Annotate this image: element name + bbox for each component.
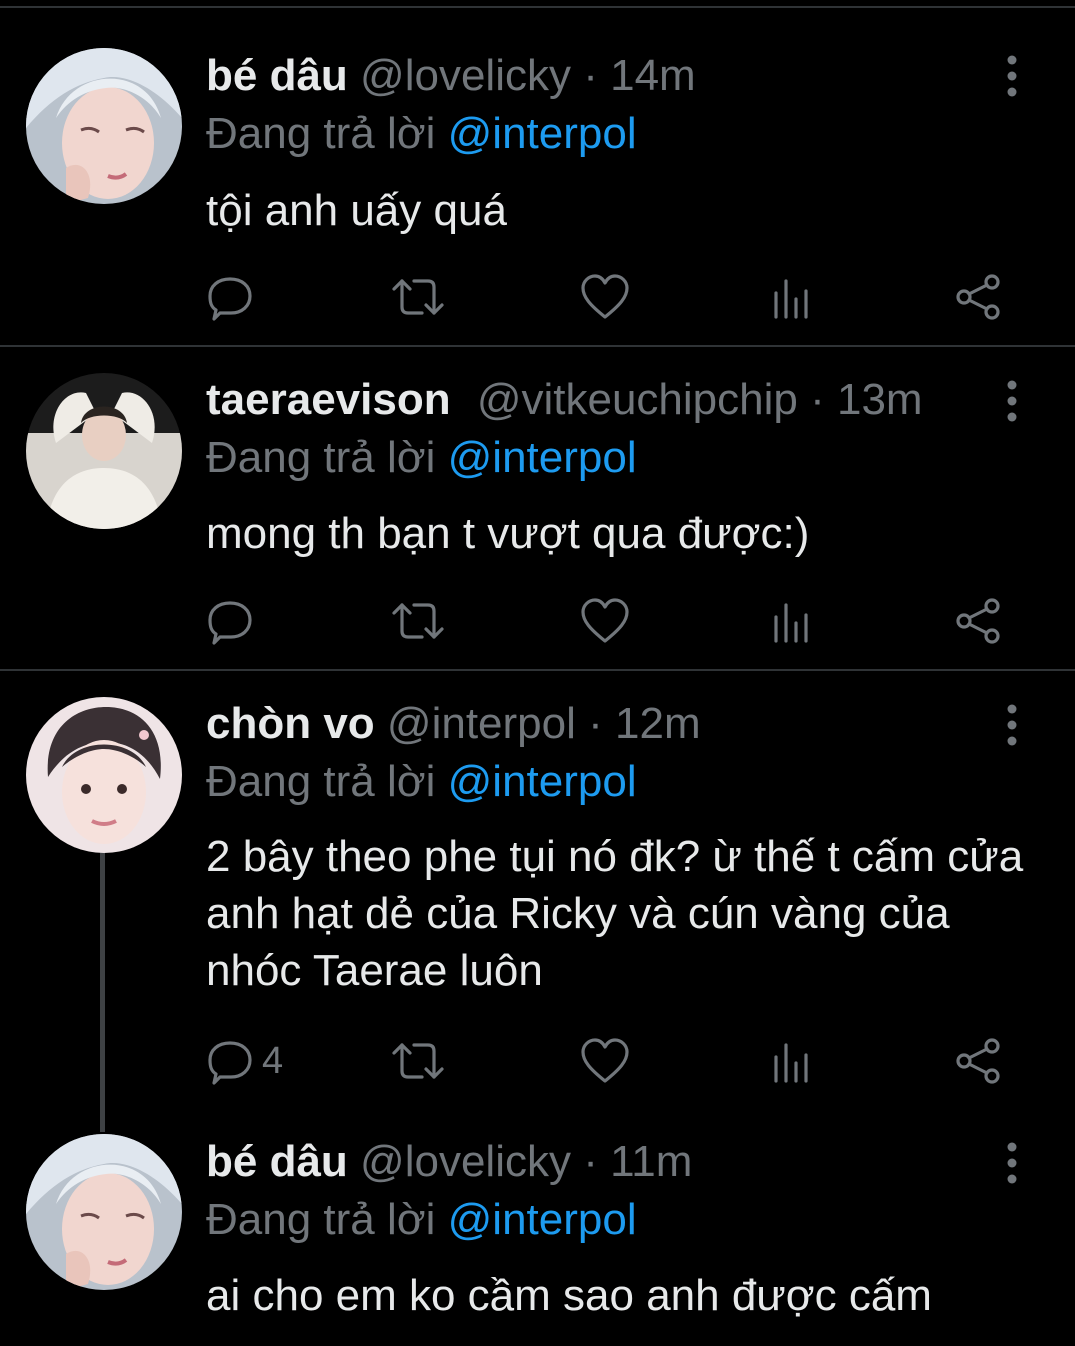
separator-dot: · — [588, 699, 603, 748]
timestamp[interactable]: 11m — [610, 1137, 692, 1186]
more-vertical-icon[interactable] — [998, 1141, 1026, 1185]
timestamp[interactable]: 13m — [837, 375, 923, 424]
replying-to: Đang trả lời @interpol — [206, 106, 637, 162]
avatar[interactable] — [26, 48, 182, 204]
timestamp[interactable]: 12m — [615, 699, 701, 748]
display-name[interactable]: bé dâu — [206, 1137, 348, 1186]
share-button[interactable] — [954, 596, 1002, 646]
replying-to-label: Đang trả lời — [206, 433, 436, 482]
replying-to-label: Đang trả lời — [206, 1195, 436, 1244]
display-name[interactable]: bé dâu — [206, 51, 348, 100]
tweet-text: mong th bạn t vượt qua được:) — [206, 509, 810, 558]
separator-dot: · — [583, 51, 598, 100]
heart-icon — [581, 274, 629, 319]
mention-link[interactable]: @interpol — [448, 1195, 637, 1244]
share-icon — [956, 598, 1000, 644]
avatar[interactable] — [26, 1134, 182, 1290]
tweet-text: tội anh uấy quá — [206, 186, 507, 235]
reply-button[interactable]: 4 — [206, 1036, 283, 1086]
reply-count: 4 — [262, 1039, 284, 1082]
user-handle[interactable]: @lovelicky — [360, 1137, 571, 1186]
share-button[interactable] — [954, 1036, 1002, 1086]
tweet[interactable]: chòn vo @interpol · 12m Đang trả lời @in… — [0, 671, 1075, 1111]
reply-icon — [208, 277, 252, 321]
like-button[interactable] — [580, 1036, 630, 1086]
user-handle[interactable]: @lovelicky — [360, 51, 571, 100]
reply-button[interactable] — [206, 596, 262, 646]
tweet[interactable]: bé dâu @lovelicky · 11m Đang trả lời @in… — [0, 1111, 1075, 1346]
tweet-actions — [206, 272, 1006, 322]
tweet[interactable]: bé dâu @lovelicky · 14m Đang trả lời @in… — [0, 0, 1075, 345]
retweet-button[interactable] — [390, 1036, 446, 1086]
replying-to: Đang trả lời @interpol — [206, 754, 637, 810]
mention-link[interactable]: @interpol — [448, 433, 637, 482]
reply-icon — [208, 601, 252, 645]
avatar[interactable] — [26, 697, 182, 853]
tweet-text: 2 bây theo phe tụi nó đk? ừ thế t cấm cử… — [206, 832, 1024, 995]
views-button[interactable] — [772, 596, 812, 646]
retweet-button[interactable] — [390, 596, 446, 646]
like-button[interactable] — [580, 272, 630, 322]
retweet-icon — [392, 279, 444, 315]
tweet-header: bé dâu @lovelicky · 11m — [206, 1134, 692, 1190]
tweet-text: ai cho em ko cầm sao anh được cấm — [206, 1271, 932, 1320]
tweet-actions — [206, 596, 1006, 646]
user-handle[interactable]: @vitkeuchipchip — [477, 375, 798, 424]
views-icon — [774, 603, 808, 643]
views-button[interactable] — [772, 272, 812, 322]
timestamp[interactable]: 14m — [610, 51, 696, 100]
user-handle[interactable]: @interpol — [387, 699, 576, 748]
heart-icon — [581, 598, 629, 643]
replying-to: Đang trả lời @interpol — [206, 430, 637, 486]
replying-to: Đang trả lời @interpol — [206, 1192, 637, 1248]
display-name[interactable]: taeraevison — [206, 375, 451, 424]
display-name[interactable]: chòn vo — [206, 699, 375, 748]
like-button[interactable] — [580, 596, 630, 646]
reply-icon — [208, 1041, 252, 1085]
replying-to-label: Đang trả lời — [206, 757, 436, 806]
share-icon — [956, 274, 1000, 320]
mention-link[interactable]: @interpol — [448, 109, 637, 158]
retweet-icon — [392, 1043, 444, 1079]
views-icon — [774, 279, 808, 319]
separator-dot: · — [583, 1137, 598, 1186]
more-vertical-icon[interactable] — [998, 703, 1026, 747]
replying-to-label: Đang trả lời — [206, 109, 436, 158]
share-icon — [956, 1038, 1000, 1084]
more-vertical-icon[interactable] — [998, 54, 1026, 98]
retweet-button[interactable] — [390, 272, 446, 322]
heart-icon — [581, 1038, 629, 1083]
separator-dot: · — [810, 375, 825, 424]
tweet-header: chòn vo @interpol · 12m — [206, 696, 701, 752]
more-vertical-icon[interactable] — [998, 379, 1026, 423]
tweet-header: taeraevison @vitkeuchipchip · 13m — [206, 372, 923, 428]
share-button[interactable] — [954, 272, 1002, 322]
views-icon — [774, 1043, 808, 1083]
avatar[interactable] — [26, 373, 182, 529]
reply-button[interactable] — [206, 272, 262, 322]
mention-link[interactable]: @interpol — [448, 757, 637, 806]
views-button[interactable] — [772, 1036, 812, 1086]
tweet-header: bé dâu @lovelicky · 14m — [206, 48, 696, 104]
tweet-actions: 4 — [206, 1036, 1006, 1086]
retweet-icon — [392, 603, 444, 639]
tweet[interactable]: taeraevison @vitkeuchipchip · 13m Đang t… — [0, 347, 1075, 669]
